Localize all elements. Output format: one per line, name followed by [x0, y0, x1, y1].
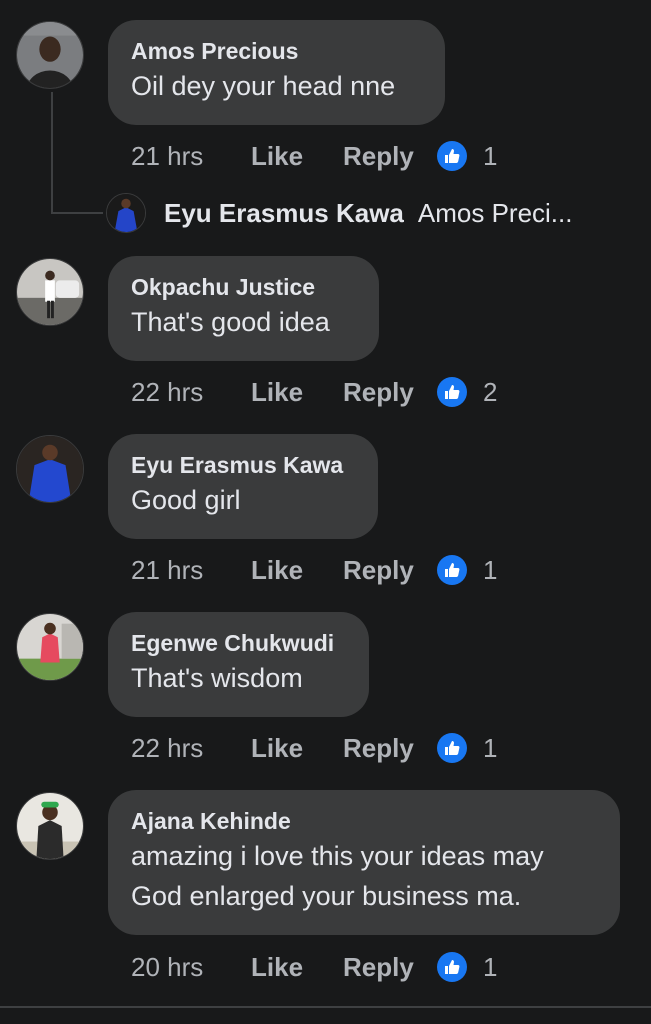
- comment-timestamp[interactable]: 20 hrs: [131, 952, 251, 983]
- comment-author[interactable]: Ajana Kehinde: [131, 806, 596, 836]
- comment-bubble[interactable]: Okpachu Justice That's good idea: [108, 256, 379, 361]
- like-button[interactable]: Like: [251, 555, 343, 586]
- profile-photo-icon: [17, 259, 83, 325]
- like-button[interactable]: Like: [251, 952, 343, 983]
- comment-text: That's good idea: [131, 307, 330, 337]
- comment-timestamp[interactable]: 22 hrs: [131, 377, 251, 408]
- reply-preview[interactable]: Eyu Erasmus Kawa Amos Preci...: [106, 191, 572, 235]
- comments-page: Amos Precious Oil dey your head nne 21 h…: [0, 0, 651, 1024]
- comment-author[interactable]: Okpachu Justice: [131, 272, 355, 302]
- like-button[interactable]: Like: [251, 377, 343, 408]
- divider: [0, 1006, 651, 1008]
- reaction-count[interactable]: 1: [483, 141, 497, 172]
- profile-photo-icon: [17, 793, 83, 859]
- comment-text-line: amazing i love this your ideas may: [131, 841, 544, 871]
- comment-timestamp[interactable]: 21 hrs: [131, 141, 251, 172]
- avatar-eyu-erasmus-kawa[interactable]: [106, 193, 146, 233]
- comment-actions: 22 hrs Like Reply 1: [131, 728, 497, 768]
- reaction-count[interactable]: 1: [483, 555, 497, 586]
- comment-text: Good girl: [131, 485, 241, 515]
- comment-text: That's wisdom: [131, 663, 303, 693]
- thumbs-up-icon[interactable]: [437, 377, 467, 407]
- comment-bubble[interactable]: Ajana Kehinde amazing i love this your i…: [108, 790, 620, 935]
- thread-line: [51, 92, 53, 214]
- comment-actions: 21 hrs Like Reply 1: [131, 136, 497, 176]
- profile-photo-icon: [17, 614, 83, 680]
- comment-author[interactable]: Amos Precious: [131, 36, 421, 66]
- avatar-amos-precious[interactable]: [16, 21, 84, 89]
- reply-author[interactable]: Eyu Erasmus Kawa: [164, 198, 404, 229]
- avatar-okpachu-justice[interactable]: [16, 258, 84, 326]
- comment-author[interactable]: Egenwe Chukwudi: [131, 628, 345, 658]
- avatar-egenwe-chukwudi[interactable]: [16, 613, 84, 681]
- thumbs-up-icon[interactable]: [437, 733, 467, 763]
- comment-bubble[interactable]: Eyu Erasmus Kawa Good girl: [108, 434, 378, 539]
- thread-line-branch: [51, 212, 103, 214]
- thumbs-up-icon[interactable]: [437, 952, 467, 982]
- comment-bubble[interactable]: Amos Precious Oil dey your head nne: [108, 20, 445, 125]
- comment-actions: 20 hrs Like Reply 1: [131, 947, 497, 987]
- profile-photo-icon: [17, 436, 83, 502]
- comment-author[interactable]: Eyu Erasmus Kawa: [131, 450, 354, 480]
- thumbs-up-icon[interactable]: [437, 555, 467, 585]
- like-button[interactable]: Like: [251, 141, 343, 172]
- reply-button[interactable]: Reply: [343, 952, 437, 983]
- comment-actions: 21 hrs Like Reply 1: [131, 550, 497, 590]
- profile-photo-icon: [17, 22, 83, 88]
- comment-timestamp[interactable]: 21 hrs: [131, 555, 251, 586]
- reply-button[interactable]: Reply: [343, 377, 437, 408]
- comment-text: Oil dey your head nne: [131, 71, 396, 101]
- reply-text: Amos Preci...: [417, 197, 573, 228]
- comment-actions: 22 hrs Like Reply 2: [131, 372, 497, 412]
- thumbs-up-icon[interactable]: [437, 141, 467, 171]
- reaction-count[interactable]: 1: [483, 733, 497, 764]
- reply-button[interactable]: Reply: [343, 733, 437, 764]
- like-button[interactable]: Like: [251, 733, 343, 764]
- avatar-ajana-kehinde[interactable]: [16, 792, 84, 860]
- comment-timestamp[interactable]: 22 hrs: [131, 733, 251, 764]
- reaction-count[interactable]: 1: [483, 952, 497, 983]
- profile-photo-icon: [107, 194, 145, 232]
- reaction-count[interactable]: 2: [483, 377, 497, 408]
- reply-button[interactable]: Reply: [343, 555, 437, 586]
- comment-bubble[interactable]: Egenwe Chukwudi That's wisdom: [108, 612, 369, 717]
- avatar-eyu-erasmus-kawa[interactable]: [16, 435, 84, 503]
- reply-button[interactable]: Reply: [343, 141, 437, 172]
- comment-text-line: God enlarged your business ma.: [131, 881, 522, 911]
